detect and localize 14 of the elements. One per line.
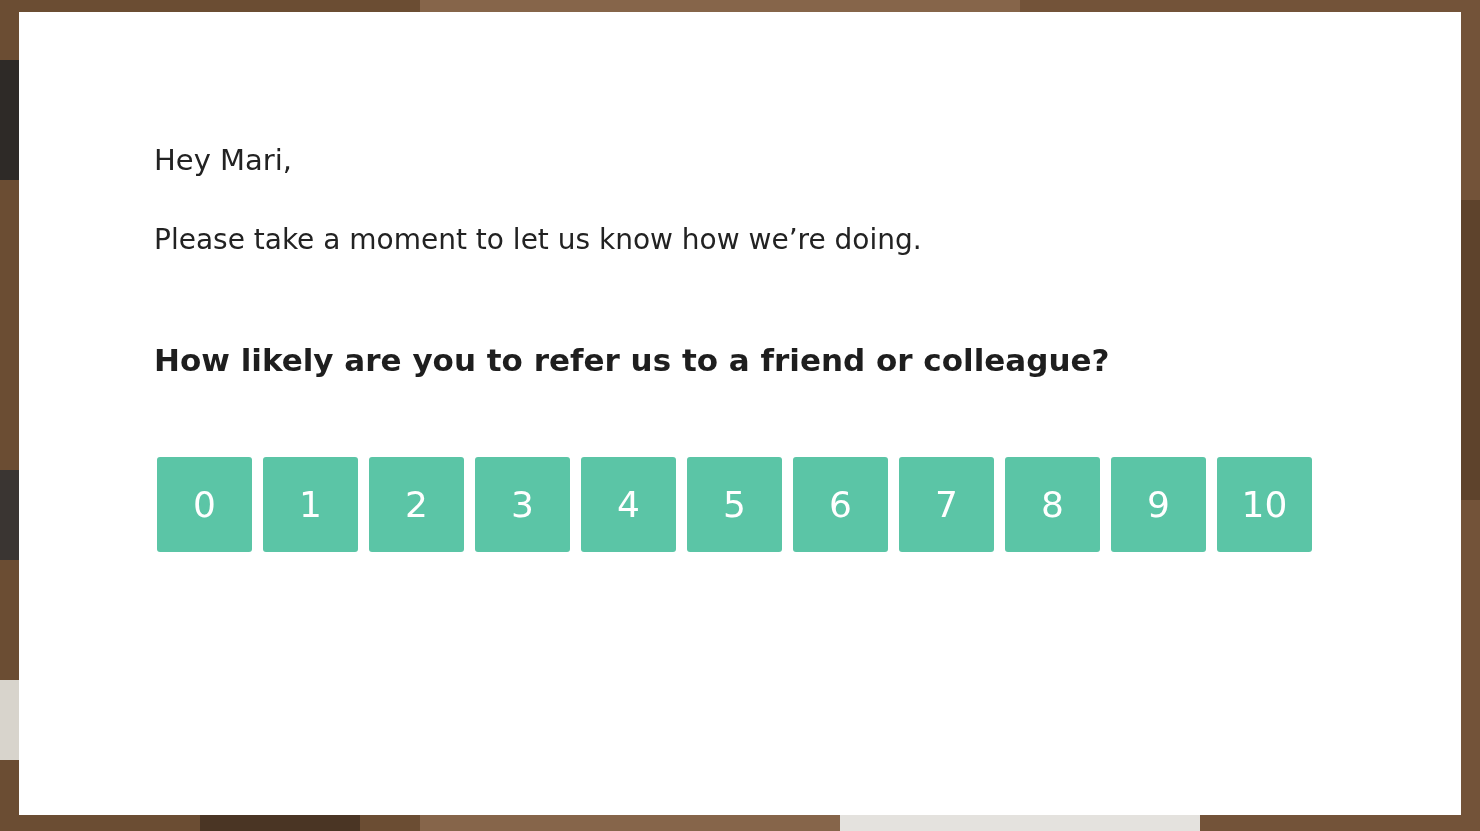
score-button[interactable]: 1 bbox=[263, 457, 358, 552]
score-button[interactable]: 2 bbox=[369, 457, 464, 552]
score-button[interactable]: 4 bbox=[581, 457, 676, 552]
score-button[interactable]: 0 bbox=[157, 457, 252, 552]
score-button[interactable]: 10 bbox=[1217, 457, 1312, 552]
message-text: Please take a moment to let us know how we’re doing. bbox=[154, 222, 923, 258]
score-button[interactable]: 8 bbox=[1005, 457, 1100, 552]
score-button[interactable]: 7 bbox=[899, 457, 994, 552]
score-button[interactable]: 5 bbox=[687, 457, 782, 552]
score-button[interactable]: 3 bbox=[475, 457, 570, 552]
greeting-text: Hey Mari, bbox=[154, 142, 294, 179]
question-text: How likely are you to refer us to a friend or colleague? bbox=[154, 341, 1111, 380]
score-button[interactable]: 9 bbox=[1111, 457, 1206, 552]
score-button[interactable]: 6 bbox=[793, 457, 888, 552]
